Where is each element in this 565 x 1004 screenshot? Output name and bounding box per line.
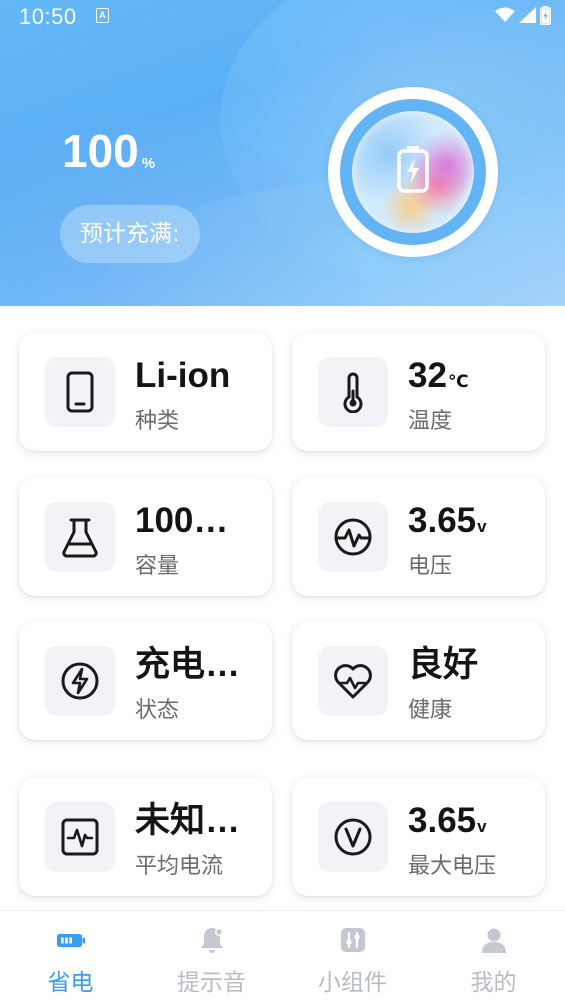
header-banner: 10:50 A 100 % 预计充满:: [0, 0, 565, 306]
info-card-temperature: 32℃ 温度: [292, 333, 545, 451]
nav-item-alert-sound[interactable]: 提示音: [141, 911, 282, 1004]
nav-label: 小组件: [318, 970, 387, 996]
card-value: Li-ion: [135, 356, 231, 395]
phone-icon: [66, 371, 94, 413]
info-card-voltage: 3.65v 电压: [292, 478, 545, 596]
nav-label: 我的: [470, 970, 517, 996]
thermometer-icon: [343, 372, 363, 413]
lightning-icon: [61, 662, 99, 700]
card-label: 温度: [408, 409, 453, 434]
nav-item-power-saving[interactable]: 省电: [0, 911, 141, 1004]
card-label: 最大电压: [408, 854, 497, 879]
heart-pulse-icon: [334, 664, 372, 699]
battery-orb: [328, 87, 498, 257]
status-icons: [495, 5, 551, 25]
monitor-pulse-icon: [61, 818, 99, 856]
battery-charging-icon: [397, 146, 429, 193]
charge-eta-pill: 预计充满:: [60, 205, 200, 263]
card-value: 未知…: [135, 801, 241, 840]
card-value: 3.65: [408, 501, 477, 540]
widget-sliders-icon: [340, 928, 365, 952]
signal-icon: [519, 7, 536, 23]
battery-icon: [56, 934, 85, 947]
info-card-status: 充电… 状态: [19, 622, 272, 740]
card-label: 容量: [135, 554, 180, 579]
nav-label: 省电: [47, 970, 94, 996]
card-label: 电压: [408, 554, 453, 579]
battery-charging-icon: [540, 5, 551, 25]
card-value: 3.65: [408, 801, 477, 840]
a-icon: A: [96, 8, 109, 23]
card-label: 种类: [135, 409, 180, 434]
info-card-type: Li-ion 种类: [19, 333, 272, 451]
user-icon: [481, 928, 506, 953]
card-value: 32: [408, 356, 447, 395]
card-label: 状态: [135, 698, 180, 723]
nav-item-widgets[interactable]: 小组件: [282, 911, 423, 1004]
card-value: 100…: [135, 501, 229, 540]
card-value: 良好: [408, 645, 479, 684]
wifi-icon: [495, 7, 515, 22]
volt-circle-icon: [334, 818, 372, 856]
nav-label: 提示音: [177, 970, 246, 996]
info-card-capacity: 100… 容量: [19, 478, 272, 596]
card-label: 健康: [408, 698, 453, 723]
card-label: 平均电流: [135, 854, 224, 879]
battery-percent-unit: %: [141, 155, 156, 172]
battery-percent: 100 %: [62, 128, 155, 174]
battery-percent-value: 100: [62, 125, 139, 177]
card-value: 充电…: [135, 645, 241, 684]
info-card-max-voltage: 3.65v 最大电压: [292, 778, 545, 896]
status-time: 10:50: [19, 4, 77, 29]
info-card-avg-current: 未知… 平均电流: [19, 778, 272, 896]
info-card-health: 良好 健康: [292, 622, 545, 740]
flask-icon: [62, 518, 98, 558]
pulse-icon: [334, 518, 372, 556]
bottom-nav: 省电 提示音 小组件 我的: [0, 910, 565, 1004]
nav-item-me[interactable]: 我的: [423, 911, 564, 1004]
bell-icon: [200, 928, 223, 953]
